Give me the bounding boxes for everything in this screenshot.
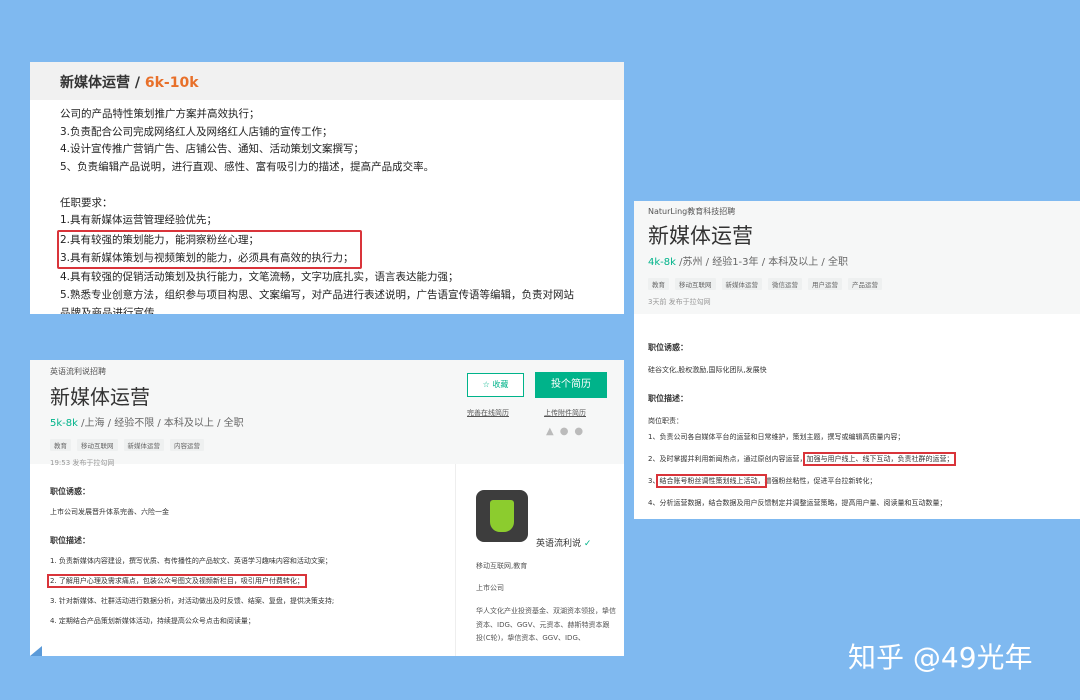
highlighted-text: 加强与用户线上、线下互动，负责社群的运营； <box>803 452 957 466</box>
job-meta: 5k-8k /上海 / 经验不限 / 本科及以上 / 全职 <box>50 414 604 429</box>
panel1-header: 新媒体运营 / 6k-10k <box>30 62 624 100</box>
company-investors: 华人文化产业投资基金、双湖资本领投，挚信资本、IDG、GGV、元资本、赫斯特资本… <box>476 607 616 642</box>
desc-line: 3.负责配合公司完成网络红人及网络红人店铺的宣传工作； <box>60 125 333 138</box>
job-meta-text: /苏州 / 经验1-3年 / 本科及以上 / 全职 <box>675 257 848 268</box>
desc-title: 职位描述： <box>648 394 688 403</box>
req-line: 品牌及商品进行宣传。 <box>60 306 165 314</box>
complete-resume-link[interactable]: 完善在线简历 <box>467 408 509 418</box>
tag-list: 教育 移动互联网 新媒体运营 内容运营 <box>50 433 604 452</box>
tag[interactable]: 移动互联网 <box>77 439 118 451</box>
job-title: 新媒体运营 <box>648 224 753 248</box>
verified-icon: ✓ <box>583 539 592 549</box>
lure-title: 职位诱惑： <box>50 487 90 496</box>
lure-text: 硅谷文化,股权激励,国际化团队,发展快 <box>648 366 767 374</box>
job-detail-panel-2: 英语流利说招聘 新媒体运营 5k-8k /上海 / 经验不限 / 本科及以上 /… <box>30 360 624 656</box>
upload-resume-link[interactable]: 上传附件简历 <box>544 408 586 418</box>
tag[interactable]: 新媒体运营 <box>721 278 762 290</box>
desc-line: 3. 针对新媒体、社群活动进行数据分析，对活动做出及时反馈、结案、复盘，提供决策… <box>50 597 335 605</box>
lure-text: 上市公司发展晋升体系完善、六险一金 <box>50 508 169 516</box>
salary: 4k-8k <box>648 257 676 268</box>
tag[interactable]: 教育 <box>50 439 71 451</box>
tag[interactable]: 产品运营 <box>848 278 882 290</box>
desc-line: 2、及时掌握并利用新闻热点，通过原创内容运营，加强与用户线上、线下互动，负责社群… <box>648 452 957 466</box>
company-industry: 移动互联网,教育 <box>476 562 528 570</box>
tag[interactable]: 内容运营 <box>170 439 204 451</box>
job-description: 职位诱惑： 上市公司发展晋升体系完善、六险一金 职位描述： 1. 负责新媒体内容… <box>30 464 455 656</box>
salary: 6k-10k <box>144 75 199 91</box>
company-logo[interactable] <box>476 490 528 542</box>
desc-line: 1. 负责新媒体内容建设，撰写优质、有传播性的产品软文、英语学习趣味内容和活动文… <box>50 557 332 565</box>
highlight-box: 2.具有较强的策划能力，能洞察粉丝心理； 3.具有新媒体策划与视频策划的能力，必… <box>57 229 362 270</box>
job-header: NaturLing教育科技招聘 新媒体运营 4k-8k /苏州 / 经验1-3年… <box>634 201 1080 314</box>
desc-line: 4. 定期结合产品策划新媒体活动，持续提高公众号点击和阅读量； <box>50 617 255 625</box>
company-name[interactable]: 英语流利说 ✓ <box>536 536 591 549</box>
favorite-button[interactable]: ☆ 收藏 <box>467 373 524 397</box>
requirements-title: 任职要求： <box>60 196 113 209</box>
desc-line-highlighted: 2. 了解用户心理及需求痛点，包装公众号图文及视频新栏目，吸引用户付费转化； <box>47 574 307 588</box>
req-line-highlighted: 2.具有较强的策划能力，能洞察粉丝心理； <box>60 233 260 246</box>
desc-line: 4.设计宣传推广营销广告、店铺公告、通知、活动策划文案撰写； <box>60 143 365 156</box>
desc-title: 职位描述： <box>50 536 90 545</box>
job-meta-text: /上海 / 经验不限 / 本科及以上 / 全职 <box>77 418 244 429</box>
desc-line: 5、负责编辑产品说明，进行直观、感性、富有吸引力的描述，提高产品成交率。 <box>60 161 435 174</box>
req-line: 4.具有较强的促销活动策划及执行能力，文笔流畅，文字功底扎实，语言表达能力强； <box>60 271 459 284</box>
job-description: 职位诱惑： 硅谷文化,股权激励,国际化团队,发展快 职位描述： 岗位职责： 1、… <box>634 314 1080 519</box>
salary: 5k-8k <box>50 418 78 429</box>
job-header: 英语流利说招聘 新媒体运营 5k-8k /上海 / 经验不限 / 本科及以上 /… <box>30 360 624 467</box>
duty-title: 岗位职责： <box>648 417 683 425</box>
req-line: 1.具有新媒体运营管理经验优先； <box>60 214 218 227</box>
job-detail-panel-1: 新媒体运营 / 6k-10k 公司的产品特性策划推广方案并高效执行； 3.负责配… <box>30 62 624 314</box>
company-sidebar: 英语流利说 ✓ 移动互联网,教育 上市公司 华人文化产业投资基金、双湖资本领投，… <box>455 464 624 656</box>
tag[interactable]: 新媒体运营 <box>123 439 164 451</box>
share-icons[interactable]: ▲●● <box>546 426 589 437</box>
company-stage: 上市公司 <box>476 584 504 592</box>
desc-line: 公司的产品特性策划推广方案并高效执行； <box>60 108 260 120</box>
desc-line: 3、结合账号粉丝调性策划线上活动，增强粉丝粘性，促进平台拉新转化； <box>648 474 877 488</box>
desc-line: 1、负责公司各自媒体平台的运营和日常维护，策划主题，撰写或编辑高质量内容； <box>648 433 905 441</box>
tag[interactable]: 用户运营 <box>808 278 842 290</box>
req-line-highlighted: 3.具有新媒体策划与视频策划的能力，必须具有高效的执行力； <box>60 251 354 264</box>
highlighted-text: 结合账号粉丝调性策划线上活动， <box>656 474 768 488</box>
tag[interactable]: 移动互联网 <box>675 278 716 290</box>
job-detail-panel-3: NaturLing教育科技招聘 新媒体运营 4k-8k /苏州 / 经验1-3年… <box>634 201 1080 519</box>
desc-line: 4、分析运营数据，结合数据及用户反馈制定并调整运营策略，提高用户量、阅读量和互动… <box>648 499 947 507</box>
tag-list: 教育 移动互联网 新媒体运营 微信运营 用户运营 产品运营 <box>648 272 1066 291</box>
publish-time: 3天前 发布于拉勾网 <box>648 298 711 306</box>
job-meta: 4k-8k /苏州 / 经验1-3年 / 本科及以上 / 全职 <box>648 253 1066 268</box>
tag[interactable]: 微信运营 <box>768 278 802 290</box>
req-line: 5.熟悉专业创意方法，组织参与项目构思、文案编写，对产品进行表述说明，广告语宣传… <box>60 289 575 302</box>
watermark: 知乎 @49光年 <box>848 641 1033 674</box>
job-description: 公司的产品特性策划推广方案并高效执行； 3.负责配合公司完成网络红人及网络红人店… <box>30 100 624 314</box>
apply-button[interactable]: 投个简历 <box>535 372 607 398</box>
tag[interactable]: 教育 <box>648 278 669 290</box>
lure-title: 职位诱惑： <box>648 343 688 352</box>
company-label: NaturLing教育科技招聘 <box>648 207 736 216</box>
job-title: 新媒体运营 / <box>60 75 145 91</box>
